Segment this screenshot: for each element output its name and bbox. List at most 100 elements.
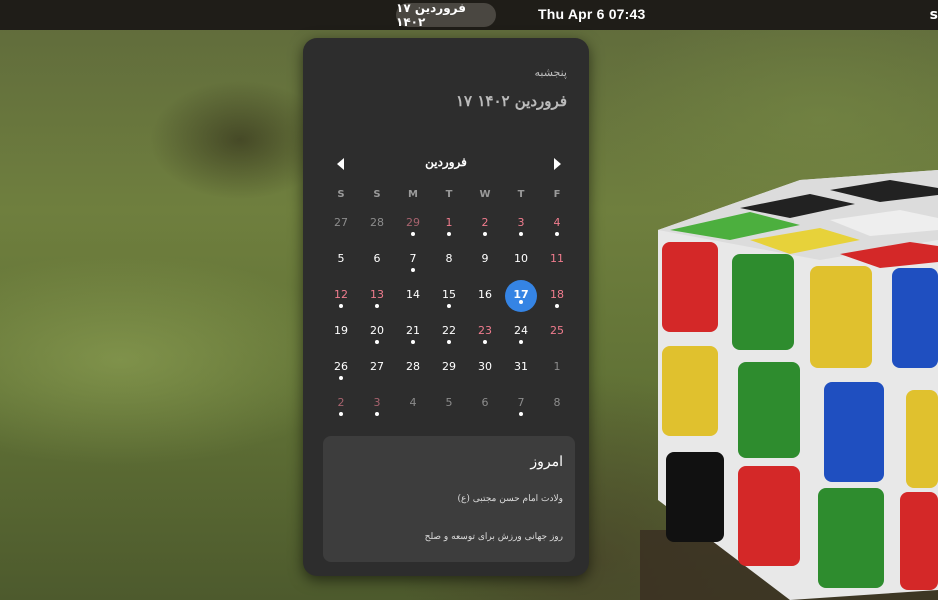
day-number: 15 bbox=[442, 287, 456, 301]
day-cell[interactable]: 29 bbox=[395, 206, 431, 242]
day-cell[interactable]: 27 bbox=[359, 350, 395, 386]
day-cell[interactable]: 12 bbox=[323, 278, 359, 314]
day-cell[interactable]: 29 bbox=[431, 350, 467, 386]
day-number: 5 bbox=[337, 251, 345, 265]
day-cell[interactable]: 28 bbox=[395, 350, 431, 386]
day-number: 12 bbox=[334, 287, 348, 301]
day-cell[interactable]: 8 bbox=[431, 242, 467, 278]
day-number: 16 bbox=[478, 287, 492, 301]
rubiks-cube-image bbox=[640, 170, 938, 600]
day-number: 30 bbox=[478, 359, 492, 373]
day-number: 1 bbox=[553, 359, 561, 373]
day-cell[interactable]: 30 bbox=[467, 350, 503, 386]
day-number: 13 bbox=[370, 287, 384, 301]
day-number: 3 bbox=[373, 395, 381, 409]
day-number: 6 bbox=[373, 251, 381, 265]
day-cell[interactable]: 26 bbox=[323, 350, 359, 386]
day-cell[interactable]: 13 bbox=[359, 278, 395, 314]
date-indicator-button[interactable]: ۱۷ فروردین ۱۴۰۲ bbox=[396, 1, 496, 29]
day-cell[interactable]: 10 bbox=[503, 242, 539, 278]
day-cell[interactable]: 20 bbox=[359, 314, 395, 350]
system-menu-button[interactable]: s bbox=[930, 7, 938, 23]
weekday-header-row: S S M T W T F bbox=[323, 184, 575, 206]
full-date-label: ۱۷ فروردین ۱۴۰۲ bbox=[455, 92, 567, 110]
day-cell[interactable]: 2 bbox=[467, 206, 503, 242]
day-cell[interactable]: 25 bbox=[539, 314, 575, 350]
day-cell[interactable]: 23 bbox=[467, 314, 503, 350]
day-cell[interactable]: 15 bbox=[431, 278, 467, 314]
event-dot bbox=[447, 304, 451, 308]
day-cell[interactable]: 5 bbox=[431, 386, 467, 422]
day-cell-today[interactable]: 17 bbox=[503, 278, 539, 314]
event-dot bbox=[555, 232, 559, 236]
event-item: روز جهانی ورزش برای توسعه و صلح bbox=[424, 532, 563, 542]
day-cell[interactable]: 16 bbox=[467, 278, 503, 314]
day-number: 7 bbox=[409, 251, 417, 265]
next-month-button[interactable] bbox=[545, 152, 569, 176]
events-section[interactable]: امروز ولادت امام حسن مجتبی (ع) روز جهانی… bbox=[323, 436, 575, 562]
event-dot bbox=[411, 340, 415, 344]
event-dot bbox=[339, 376, 343, 380]
day-number: 14 bbox=[406, 287, 420, 301]
day-cell[interactable]: 14 bbox=[395, 278, 431, 314]
day-cell[interactable]: 22 bbox=[431, 314, 467, 350]
week-row: 26 27 28 29 30 31 1 bbox=[323, 350, 575, 386]
day-cell[interactable]: 3 bbox=[503, 206, 539, 242]
day-cell[interactable]: 6 bbox=[467, 386, 503, 422]
weekday-header: T bbox=[517, 189, 525, 200]
event-dot bbox=[519, 300, 523, 304]
day-cell[interactable]: 8 bbox=[539, 386, 575, 422]
day-cell[interactable]: 4 bbox=[395, 386, 431, 422]
day-number: 1 bbox=[445, 215, 453, 229]
previous-month-button[interactable] bbox=[329, 152, 353, 176]
day-number: 21 bbox=[406, 323, 420, 337]
event-dot bbox=[483, 232, 487, 236]
weekday-header: S bbox=[337, 189, 345, 200]
day-cell[interactable]: 27 bbox=[323, 206, 359, 242]
day-number: 11 bbox=[550, 251, 564, 265]
calendar-popover: پنجشبه ۱۷ فروردین ۱۴۰۲ فروردین S S M T W… bbox=[303, 38, 589, 576]
day-cell[interactable]: 1 bbox=[539, 350, 575, 386]
day-number: 8 bbox=[553, 395, 561, 409]
day-number: 20 bbox=[370, 323, 384, 337]
weekday-header: W bbox=[479, 189, 491, 200]
day-cell[interactable]: 2 bbox=[323, 386, 359, 422]
event-dot bbox=[375, 340, 379, 344]
pan-end-icon bbox=[554, 158, 561, 170]
day-cell[interactable]: 6 bbox=[359, 242, 395, 278]
weekday-header: M bbox=[408, 189, 418, 200]
day-cell[interactable]: 7 bbox=[503, 386, 539, 422]
day-cell[interactable]: 1 bbox=[431, 206, 467, 242]
day-cell[interactable]: 4 bbox=[539, 206, 575, 242]
event-dot bbox=[375, 304, 379, 308]
week-row: 12 13 14 15 16 17 18 bbox=[323, 278, 575, 314]
day-cell[interactable]: 28 bbox=[359, 206, 395, 242]
day-number: 27 bbox=[334, 215, 348, 229]
pan-start-icon bbox=[337, 158, 344, 170]
day-number: 5 bbox=[445, 395, 453, 409]
event-dot bbox=[339, 412, 343, 416]
month-label: فروردین bbox=[425, 155, 467, 169]
day-cell[interactable]: 24 bbox=[503, 314, 539, 350]
day-cell[interactable]: 3 bbox=[359, 386, 395, 422]
week-row: 27 28 29 1 2 3 4 bbox=[323, 206, 575, 242]
week-row: 5 6 7 8 9 10 11 bbox=[323, 242, 575, 278]
day-cell[interactable]: 11 bbox=[539, 242, 575, 278]
day-cell[interactable]: 21 bbox=[395, 314, 431, 350]
events-title: امروز bbox=[530, 454, 563, 470]
day-cell[interactable]: 5 bbox=[323, 242, 359, 278]
event-dot bbox=[339, 304, 343, 308]
day-cell[interactable]: 19 bbox=[323, 314, 359, 350]
day-cell[interactable]: 9 bbox=[467, 242, 503, 278]
day-cell[interactable]: 18 bbox=[539, 278, 575, 314]
event-dot bbox=[519, 232, 523, 236]
clock-button[interactable]: Thu Apr 6 07:43 bbox=[538, 6, 646, 22]
day-cell[interactable]: 7 bbox=[395, 242, 431, 278]
day-number: 2 bbox=[337, 395, 345, 409]
weeks-container: 27 28 29 1 2 3 4 5 6 7 8 9 10 11 12 13 14 15 16 17 18 19 20 21 2… bbox=[323, 206, 575, 422]
day-cell[interactable]: 31 bbox=[503, 350, 539, 386]
day-number: 24 bbox=[514, 323, 528, 337]
day-number: 19 bbox=[334, 323, 348, 337]
day-number: 6 bbox=[481, 395, 489, 409]
event-dot bbox=[411, 232, 415, 236]
